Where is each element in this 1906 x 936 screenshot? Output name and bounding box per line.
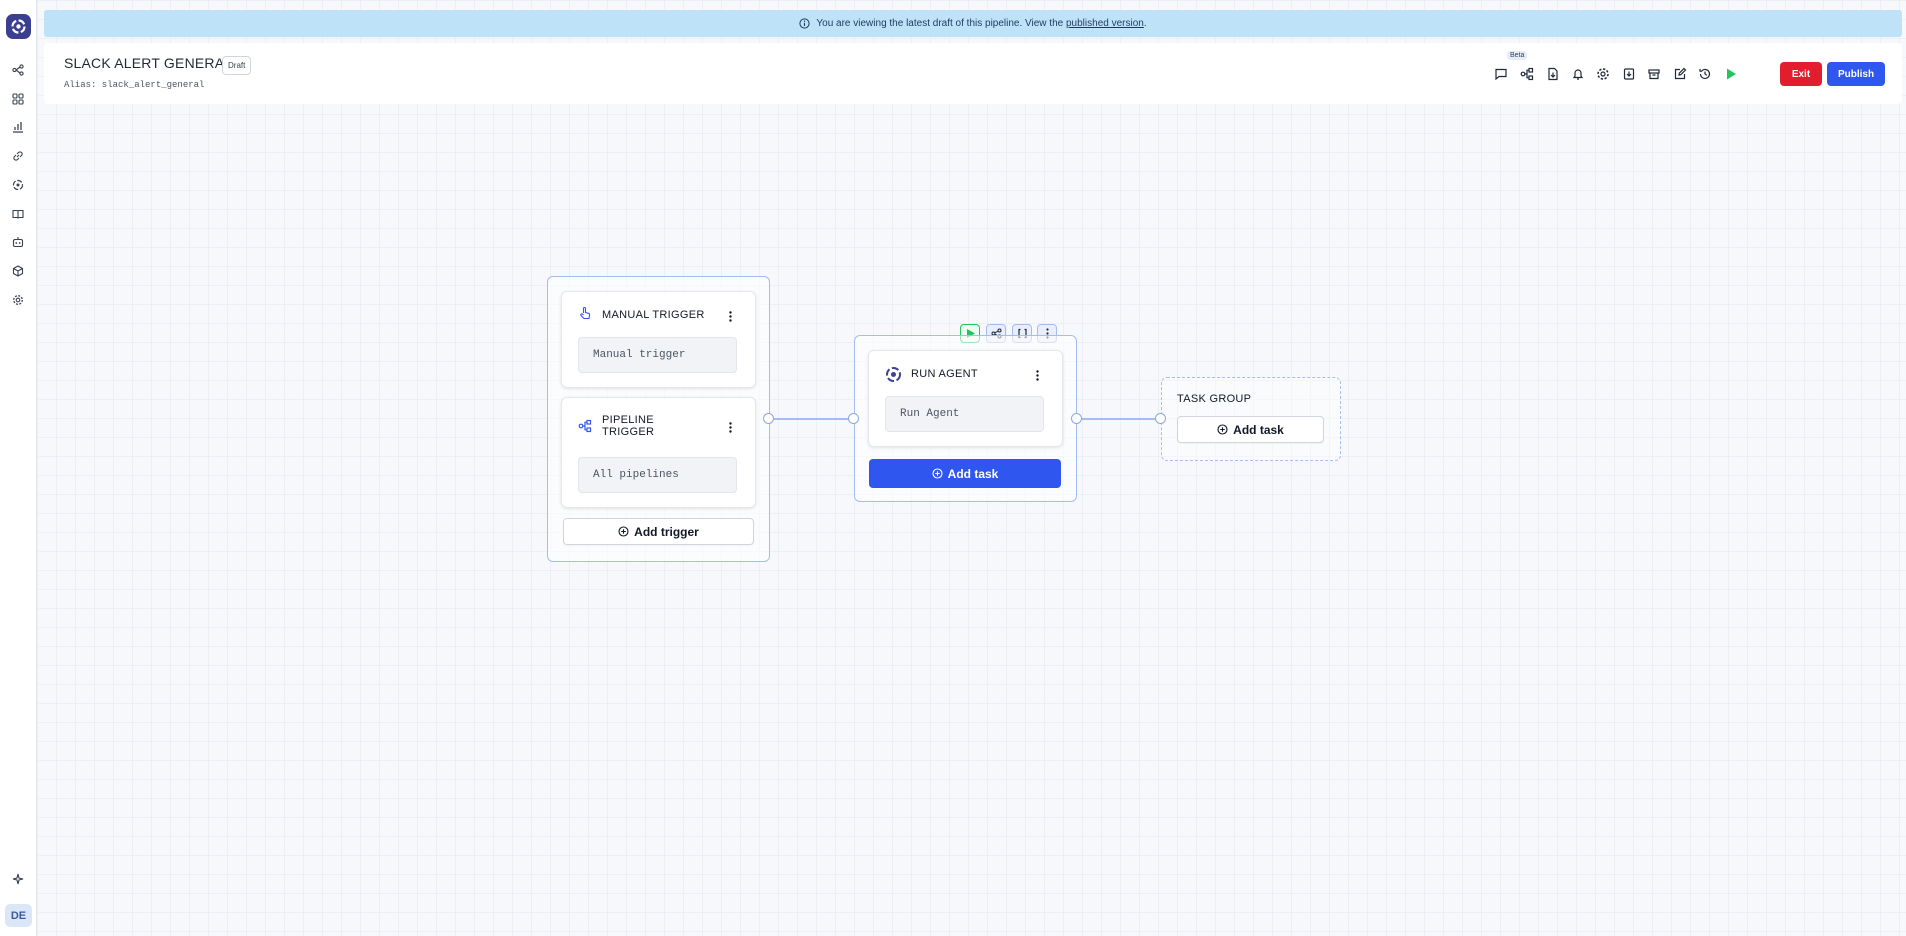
file-import-icon bbox=[1548, 67, 1558, 81]
trigger-group: MANUAL TRIGGER Manual trigger PIPELINE T… bbox=[547, 276, 770, 562]
manual-trigger-card[interactable]: MANUAL TRIGGER Manual trigger bbox=[561, 291, 756, 388]
pipeline-trigger-menu[interactable] bbox=[725, 420, 735, 434]
task-group-add-task-button[interactable]: Add task bbox=[1177, 416, 1324, 443]
empty-task-group: TASK GROUP Add task bbox=[1161, 377, 1341, 461]
sparkle-icon bbox=[12, 873, 24, 885]
sidebar: DE bbox=[0, 0, 37, 936]
card-title: RUN AGENT bbox=[911, 368, 978, 380]
edit-icon bbox=[1674, 67, 1687, 80]
agent-icon bbox=[886, 367, 901, 382]
avatar[interactable]: DE bbox=[5, 904, 32, 927]
manual-trigger-field[interactable]: Manual trigger bbox=[578, 337, 737, 373]
manual-trigger-menu[interactable] bbox=[725, 309, 735, 323]
gear-icon bbox=[13, 295, 23, 305]
sidebar-item-dashboard[interactable] bbox=[9, 90, 27, 108]
bell-icon bbox=[1572, 69, 1584, 80]
sidebar-item-pipelines[interactable] bbox=[9, 61, 27, 79]
add-task-button[interactable]: Add task bbox=[869, 459, 1061, 488]
notifications-button[interactable] bbox=[1569, 65, 1587, 83]
task-group-title: TASK GROUP bbox=[1177, 393, 1252, 405]
sidebar-item-analytics[interactable] bbox=[9, 118, 27, 136]
pipeline-header: SLACK ALERT GENERAL Draft Alias: slack_a… bbox=[44, 43, 1902, 104]
import-button[interactable] bbox=[1544, 65, 1562, 83]
bot-icon bbox=[12, 237, 24, 248]
edge-agent-to-taskgroup bbox=[1080, 418, 1162, 420]
sidebar-item-packages[interactable] bbox=[9, 262, 27, 280]
export-button[interactable] bbox=[1620, 65, 1638, 83]
plus-circle-icon bbox=[932, 468, 943, 479]
card-title-line2: TRIGGER bbox=[602, 426, 655, 438]
run-agent-menu[interactable] bbox=[1032, 368, 1042, 382]
play-icon bbox=[1727, 68, 1736, 80]
info-icon bbox=[799, 18, 810, 29]
card-title: PIPELINE TRIGGER bbox=[602, 414, 654, 438]
templates-button[interactable] bbox=[1645, 65, 1663, 83]
agent-output-handle[interactable] bbox=[1071, 413, 1082, 424]
link-icon bbox=[13, 151, 23, 161]
card-title-line1: PIPELINE bbox=[602, 414, 654, 426]
draft-banner: You are viewing the latest draft of this… bbox=[44, 10, 1902, 37]
exit-button[interactable]: Exit bbox=[1780, 62, 1822, 86]
add-task-label: Add task bbox=[947, 466, 999, 481]
beta-badge: Beta bbox=[1507, 51, 1528, 60]
kebab-icon bbox=[728, 310, 732, 322]
settings-button[interactable] bbox=[1594, 65, 1612, 83]
hand-pointer-icon bbox=[580, 306, 591, 320]
pipeline-trigger-card[interactable]: PIPELINE TRIGGER All pipelines bbox=[561, 397, 756, 508]
edge-trigger-to-agent bbox=[774, 418, 854, 420]
book-icon bbox=[12, 209, 24, 219]
agent-task-group: RUN AGENT Run Agent Add task bbox=[854, 335, 1077, 502]
task-group-add-task-label: Add task bbox=[1233, 422, 1284, 437]
banner-text: You are viewing the latest draft of this… bbox=[816, 18, 1064, 29]
publish-button[interactable]: Publish bbox=[1827, 62, 1885, 86]
grid-icon bbox=[12, 93, 24, 105]
pipeline-icon bbox=[1520, 67, 1534, 81]
sidebar-item-bots[interactable] bbox=[9, 233, 27, 251]
trigger-output-handle[interactable] bbox=[763, 413, 774, 424]
history-icon bbox=[1699, 68, 1711, 80]
download-icon bbox=[1623, 68, 1635, 80]
pipeline-icon bbox=[12, 64, 24, 76]
run-pipeline-button[interactable] bbox=[1722, 65, 1740, 83]
sidebar-item-ai-assist[interactable] bbox=[9, 870, 27, 888]
edit-button[interactable] bbox=[1671, 65, 1689, 83]
logo-icon bbox=[11, 19, 26, 34]
plus-circle-icon bbox=[618, 526, 629, 537]
card-title: MANUAL TRIGGER bbox=[602, 309, 705, 321]
run-agent-card[interactable]: RUN AGENT Run Agent bbox=[868, 350, 1063, 447]
bar-chart-icon bbox=[13, 122, 23, 133]
sidebar-item-settings[interactable] bbox=[9, 291, 27, 309]
kebab-icon bbox=[1035, 369, 1039, 381]
agent-icon bbox=[12, 179, 24, 191]
page-title: SLACK ALERT GENERAL bbox=[64, 55, 233, 71]
run-agent-field[interactable]: Run Agent bbox=[885, 396, 1044, 432]
plus-circle-icon bbox=[1217, 424, 1228, 435]
sidebar-item-agents[interactable] bbox=[9, 176, 27, 194]
comments-button[interactable] bbox=[1492, 65, 1510, 83]
kebab-icon bbox=[728, 421, 732, 433]
published-version-link[interactable]: published version bbox=[1066, 18, 1144, 29]
banner-suffix: . bbox=[1143, 18, 1147, 29]
add-trigger-label: Add trigger bbox=[634, 524, 699, 539]
agent-input-handle[interactable] bbox=[848, 413, 859, 424]
pipeline-alias: Alias: slack_alert_general bbox=[64, 80, 205, 90]
pipeline-icon bbox=[578, 419, 592, 433]
pipeline-trigger-field[interactable]: All pipelines bbox=[578, 457, 737, 493]
sidebar-item-docs[interactable] bbox=[9, 205, 27, 223]
cube-icon bbox=[12, 265, 24, 277]
add-trigger-button[interactable]: Add trigger bbox=[563, 518, 754, 545]
status-badge: Draft bbox=[222, 56, 252, 75]
task-group-input-handle[interactable] bbox=[1155, 413, 1166, 424]
lineage-button[interactable] bbox=[1518, 65, 1536, 83]
gear-icon bbox=[1597, 68, 1609, 80]
archive-icon bbox=[1648, 69, 1660, 80]
message-icon bbox=[1495, 68, 1507, 81]
history-button[interactable] bbox=[1696, 65, 1714, 83]
app-logo[interactable] bbox=[6, 14, 31, 39]
sidebar-item-connections[interactable] bbox=[9, 147, 27, 165]
